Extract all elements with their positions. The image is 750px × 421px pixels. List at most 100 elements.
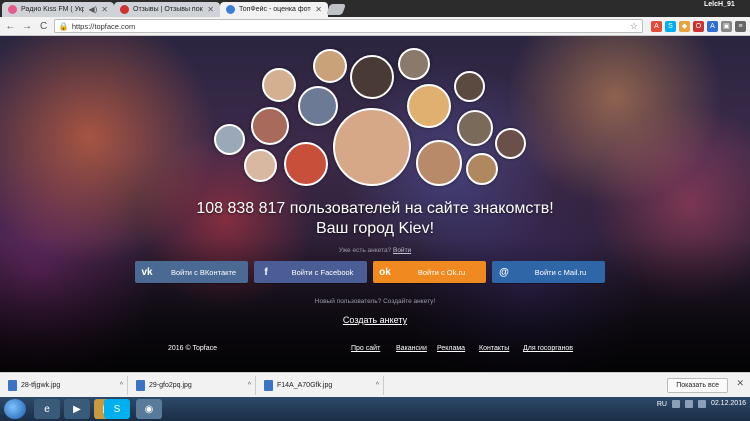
avatar[interactable] [298, 86, 338, 126]
reload-button[interactable]: C [37, 20, 50, 33]
date: 02.12.2016 [710, 400, 746, 407]
tab-favicon [120, 5, 129, 14]
footer-link-about[interactable]: Про сайт [351, 345, 380, 352]
download-item[interactable]: 29-gfo2pq.jpg ^ [134, 375, 256, 395]
profile-name[interactable]: LelcH_91 [704, 1, 735, 8]
login-facebook-label: Войти с Facebook [291, 267, 354, 277]
footer-link-government[interactable]: Для госорганов [523, 345, 573, 352]
windows-taskbar: e ▶ ▤ S ◉ RU 02.12.2016 [0, 397, 750, 421]
page-content: 108 838 817 пользователей на сайте знако… [0, 36, 750, 372]
lock-icon: 🔒 [58, 21, 69, 31]
new-user-text: Новый пользователь? Создайте анкету! [314, 298, 436, 305]
footer-link-jobs[interactable]: Вакансии [396, 345, 427, 352]
ie-icon[interactable]: e [34, 399, 60, 419]
create-profile-label: Создать анкету [342, 315, 408, 325]
chrome-icon[interactable]: ◉ [136, 399, 162, 419]
tray-icon[interactable] [671, 400, 680, 408]
login-ok-button[interactable]: ok Войти с Ok.ru [373, 261, 486, 283]
avatar[interactable] [495, 128, 526, 159]
tab-otzyvy[interactable]: Отзывы | Отзывы покупа ✕ [114, 2, 220, 17]
bookmark-star-icon[interactable]: ☆ [630, 21, 638, 32]
skype-icon[interactable]: S [664, 20, 676, 32]
tab-label: Радио Kiss FM ( Укра [21, 6, 85, 13]
image-file-icon [8, 379, 17, 391]
close-icon[interactable]: ✕ [736, 378, 744, 389]
url-text: https://topface.com [71, 21, 136, 31]
avatar[interactable] [454, 71, 485, 102]
menu-icon[interactable]: ≡ [734, 20, 746, 32]
avatar[interactable] [313, 49, 347, 83]
have-profile-text: Уже есть анкета? Войти [0, 247, 750, 254]
login-mailru-button[interactable]: @ Войти с Mail.ru [492, 261, 605, 283]
footer-link-ads[interactable]: Реклама [437, 345, 465, 352]
avatar[interactable] [244, 149, 277, 182]
image-file-icon [264, 379, 273, 391]
tab-label: Отзывы | Отзывы покупа [133, 6, 203, 13]
avatar[interactable] [251, 107, 289, 145]
facebook-icon: f [264, 266, 268, 278]
address-bar[interactable]: 🔒 https://topface.com ☆ [53, 19, 643, 33]
chevron-up-icon[interactable]: ^ [376, 382, 383, 389]
tab-strip: Радио Kiss FM ( Укра ◀) ✕ Отзывы | Отзыв… [0, 0, 750, 17]
tab-kiss-fm[interactable]: Радио Kiss FM ( Укра ◀) ✕ [2, 2, 114, 17]
login-vk-button[interactable]: vk Войти с ВКонтакте [135, 261, 248, 283]
avatar[interactable] [457, 110, 493, 146]
extension-icon[interactable]: ◆ [678, 20, 690, 32]
create-profile-link[interactable]: Создать анкету [0, 315, 750, 325]
close-icon[interactable]: ✕ [315, 5, 322, 14]
ok-icon: ok [379, 266, 391, 278]
chevron-up-icon[interactable]: ^ [120, 382, 127, 389]
media-player-icon[interactable]: ▶ [64, 399, 90, 419]
login-facebook-button[interactable]: f Войти с Facebook [254, 261, 367, 283]
close-icon[interactable]: ✕ [207, 5, 214, 14]
download-item[interactable]: 28-tfjgwk.jpg ^ [6, 375, 128, 395]
clock[interactable]: 02.12.2016 [711, 400, 746, 408]
new-tab-button[interactable] [325, 4, 347, 15]
audio-icon[interactable]: ◀) [88, 5, 97, 14]
avatar[interactable] [407, 84, 451, 128]
language-indicator[interactable]: RU [657, 401, 667, 408]
footer: 2016 © Topface Про сайт Вакансии Реклама… [0, 345, 750, 359]
extension-icon[interactable]: ▣ [720, 20, 732, 32]
chevron-up-icon[interactable]: ^ [248, 382, 255, 389]
avatar[interactable] [416, 140, 462, 186]
adblock-icon[interactable]: A [650, 20, 662, 32]
image-file-icon [136, 379, 145, 391]
avatar[interactable] [350, 55, 394, 99]
download-item[interactable]: F14A_A70Gfk.jpg ^ [262, 375, 384, 395]
tab-topface[interactable]: ТопФейс - оценка фото ✕ [220, 2, 328, 17]
tab-favicon [8, 5, 17, 14]
avatar-main[interactable] [333, 108, 411, 186]
headline-city: Ваш город Kiev! [315, 220, 435, 237]
network-icon[interactable] [684, 400, 693, 408]
footer-link-contacts[interactable]: Контакты [479, 345, 509, 352]
download-filename: F14A_A70Gfk.jpg [277, 381, 333, 389]
copyright: 2016 © Topface [168, 345, 218, 352]
login-vk-label: Войти с ВКонтакте [171, 267, 236, 277]
avatar[interactable] [214, 124, 245, 155]
system-tray: RU 02.12.2016 [657, 400, 746, 408]
start-button[interactable] [4, 399, 26, 419]
avatar[interactable] [284, 142, 328, 186]
volume-icon[interactable] [697, 400, 706, 408]
avatar[interactable] [262, 68, 296, 102]
browser-toolbar: ← → C 🔒 https://topface.com ☆ A S ◆ O A … [0, 17, 750, 36]
back-button[interactable]: ← [4, 20, 17, 33]
show-all-downloads-button[interactable]: Показать все [667, 378, 728, 393]
opera-icon[interactable]: O [692, 20, 704, 32]
forward-button[interactable]: → [21, 20, 34, 33]
translate-icon[interactable]: A [706, 20, 718, 32]
avatar[interactable] [466, 153, 498, 185]
close-icon[interactable]: ✕ [101, 5, 108, 14]
download-filename: 29-gfo2pq.jpg [149, 381, 192, 389]
download-filename: 28-tfjgwk.jpg [21, 381, 61, 389]
sign-in-link[interactable]: Войти [393, 247, 411, 254]
skype-taskbar-icon[interactable]: S [104, 399, 130, 419]
avatar[interactable] [398, 48, 430, 80]
login-mailru-label: Войти с Mail.ru [534, 267, 587, 277]
vk-icon: vk [141, 266, 153, 278]
login-ok-label: Войти с Ok.ru [417, 267, 466, 277]
extensions: A S ◆ O A ▣ ≡ [650, 20, 746, 32]
mailru-icon: @ [499, 266, 509, 278]
have-profile-prefix: Уже есть анкета? [338, 247, 392, 254]
